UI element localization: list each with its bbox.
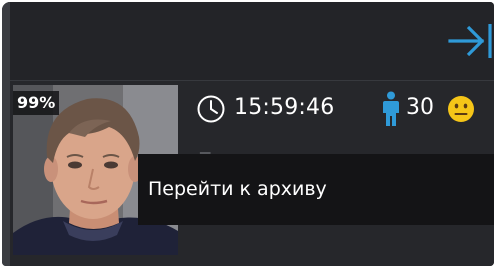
collapse-panel-icon [448,24,492,58]
collapse-panel-button[interactable] [448,19,494,63]
panel-edge [2,2,10,266]
event-time: 15:59:46 [234,95,335,120]
clock-icon [197,95,225,123]
smiley-emoji-icon [448,96,474,122]
visitor-count: 30 [406,95,434,120]
person-icon [383,91,399,126]
archive-tooltip: Перейти к архиву [138,154,494,225]
match-percent-badge: 99% [13,91,60,115]
event-card[interactable]: 99% 15:59:46 30 Дмитров Перейти к архиву [10,81,494,266]
event-panel: 99% 15:59:46 30 Дмитров Перейти к архиву [2,2,494,266]
panel-header [10,2,494,80]
